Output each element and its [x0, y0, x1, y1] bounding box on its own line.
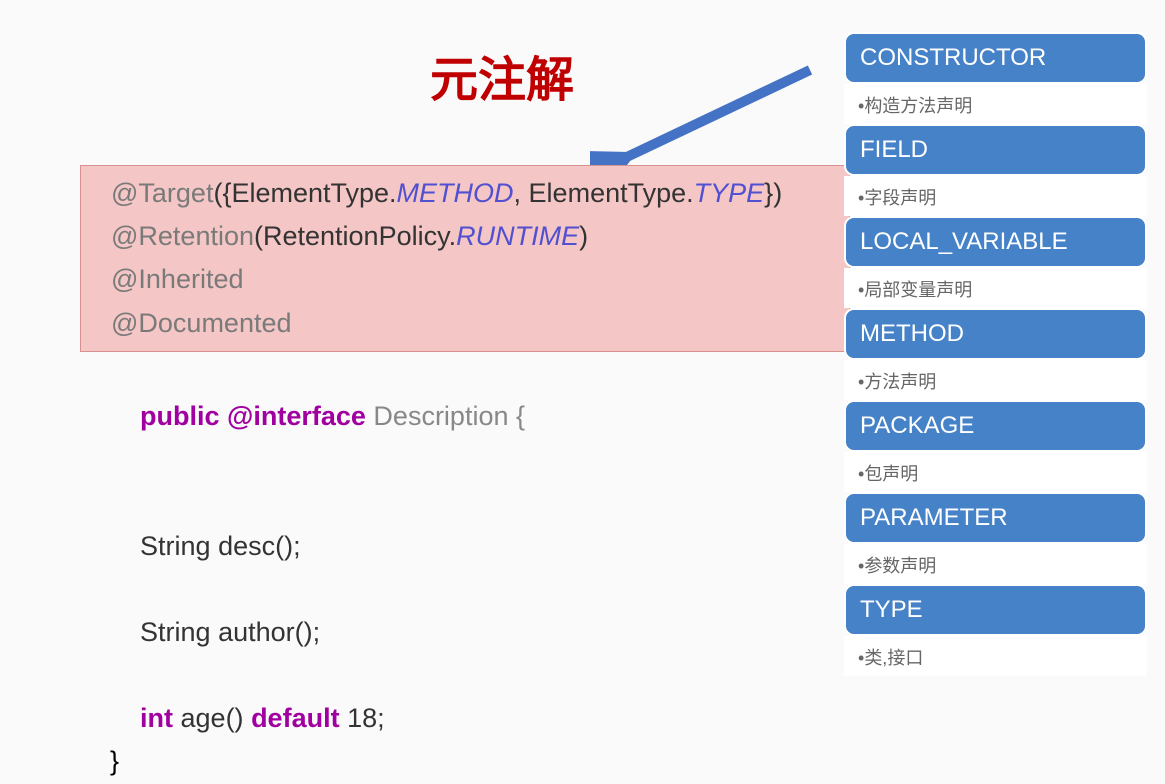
list-item: PACKAGE 包声明 [844, 400, 1147, 492]
item-desc: 参数声明 [844, 544, 1147, 584]
code-line-retention: @Retention(RetentionPolicy.RUNTIME) [111, 215, 829, 258]
meta-annotation-highlight: @Target({ElementType.METHOD, ElementType… [80, 165, 850, 352]
code-block: @Target({ElementType.METHOD, ElementType… [90, 165, 850, 784]
code-line-author: String author(); [90, 611, 850, 654]
list-item: PARAMETER 参数声明 [844, 492, 1147, 584]
code-line-close: } [90, 740, 850, 783]
list-item: LOCAL_VARIABLE 局部变量声明 [844, 216, 1147, 308]
item-title: LOCAL_VARIABLE [844, 216, 1147, 268]
item-desc: 方法声明 [844, 360, 1147, 400]
item-title: METHOD [844, 308, 1147, 360]
code-line-target: @Target({ElementType.METHOD, ElementType… [111, 172, 829, 215]
code-line-documented: @Documented [111, 302, 829, 345]
code-line-blank [90, 568, 850, 611]
item-desc: 局部变量声明 [844, 268, 1147, 308]
item-title: PACKAGE [844, 400, 1147, 452]
list-item: METHOD 方法声明 [844, 308, 1147, 400]
item-title: FIELD [844, 124, 1147, 176]
item-desc: 字段声明 [844, 176, 1147, 216]
item-title: PARAMETER [844, 492, 1147, 544]
code-line-blank [90, 654, 850, 697]
list-item: TYPE 类,接口 [844, 584, 1147, 676]
arrow-icon [590, 60, 820, 180]
code-line-desc: String desc(); [90, 525, 850, 568]
code-line-blank [90, 481, 850, 524]
code-line-age: int age() default 18; [90, 697, 850, 740]
list-item: FIELD 字段声明 [844, 124, 1147, 216]
element-type-list: CONSTRUCTOR 构造方法声明 FIELD 字段声明 LOCAL_VARI… [844, 32, 1147, 676]
code-line-inherited: @Inherited [111, 258, 829, 301]
code-line-declaration: public @interface Description { [90, 352, 850, 482]
item-desc: 类,接口 [844, 636, 1147, 676]
item-desc: 构造方法声明 [844, 84, 1147, 124]
item-title: CONSTRUCTOR [844, 32, 1147, 84]
list-item: CONSTRUCTOR 构造方法声明 [844, 32, 1147, 124]
title-heading: 元注解 [430, 40, 574, 110]
item-title: TYPE [844, 584, 1147, 636]
item-desc: 包声明 [844, 452, 1147, 492]
